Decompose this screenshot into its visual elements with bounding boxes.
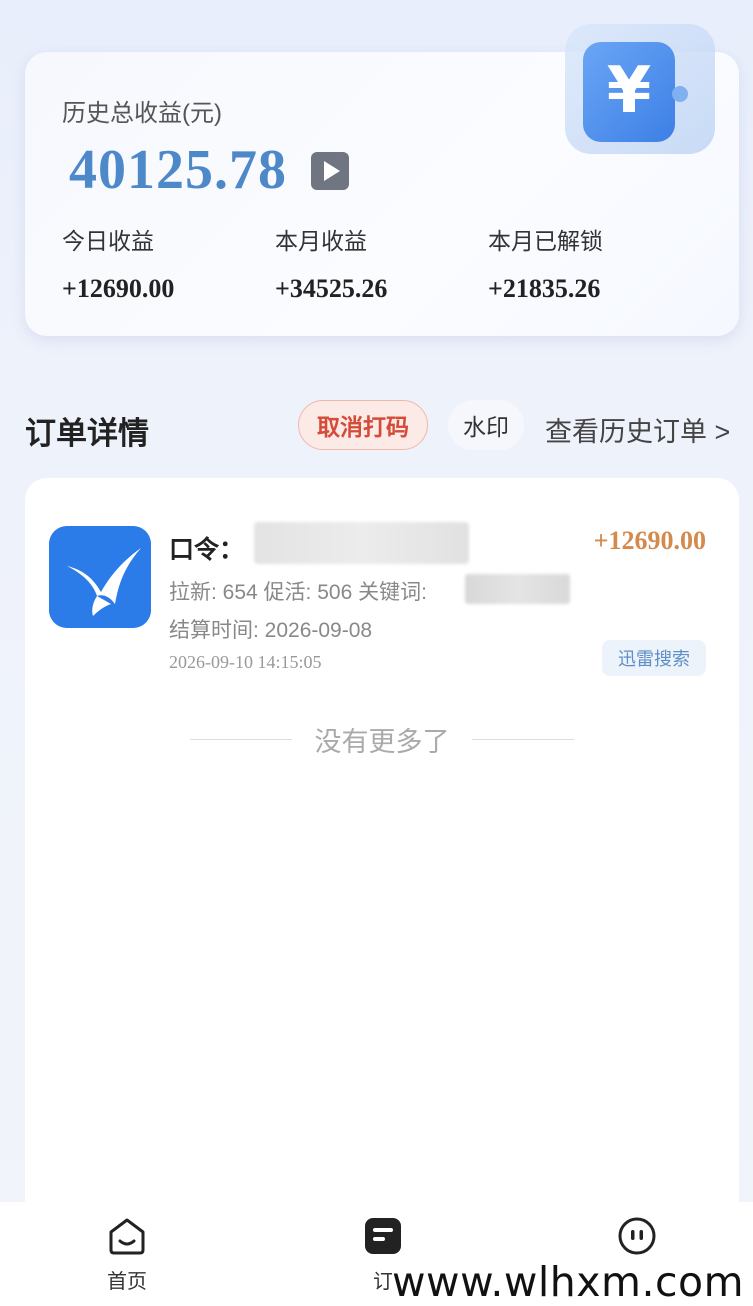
orders-title: 订单详情 [25, 416, 149, 451]
order-datetime: 2026-09-10 14:15:05 [169, 652, 322, 672]
stat-today-value: +12690.00 [62, 274, 175, 303]
stat-month-label: 本月收益 [275, 228, 367, 254]
site-watermark: www.wlhxm.com [392, 1258, 745, 1306]
order-source-tag: 迅雷搜索 [602, 640, 706, 676]
stat-month-value: +34525.26 [275, 274, 388, 303]
orders-section-header: 订单详情 取消打码 水印 查看历史订单 > [0, 396, 753, 456]
stat-unlocked-label: 本月已解锁 [488, 228, 603, 254]
home-icon [109, 1218, 145, 1255]
order-settle-time: 结算时间: 2026-09-08 [169, 619, 373, 642]
stat-month: 本月收益 +34525.26 [275, 222, 387, 304]
watermark-button[interactable]: 水印 [448, 400, 524, 450]
stat-today-label: 今日收益 [62, 228, 154, 254]
earnings-summary-card: 历史总收益(元) 40125.78 ¥ 今日收益 +12690.00 本月收益 … [25, 24, 739, 336]
order-list-card: 口令： +12690.00 拉新: 654 促活: 506 关键词: 结算时间:… [25, 478, 739, 1238]
thunder-bird-app-icon [49, 526, 151, 628]
list-end-text: 没有更多了 [314, 727, 450, 757]
order-code-label: 口令： [169, 536, 245, 564]
view-history-orders-link[interactable]: 查看历史订单 > [545, 410, 730, 449]
list-end-indicator: 没有更多了 [25, 720, 739, 759]
tab-profile[interactable] [597, 1216, 677, 1261]
tab-home-label: 首页 [107, 1271, 147, 1293]
tab-home[interactable]: 首页 [87, 1216, 167, 1294]
stat-unlocked-value: +21835.26 [488, 274, 601, 303]
order-icon [365, 1218, 401, 1254]
order-amount: +12690.00 [593, 526, 706, 555]
cancel-mask-button[interactable]: 取消打码 [298, 400, 428, 450]
play-icon[interactable] [311, 152, 349, 190]
stat-unlocked: 本月已解锁 +21835.26 [488, 222, 603, 304]
chat-face-icon [618, 1217, 656, 1255]
total-earnings-value: 40125.78 [69, 139, 287, 201]
total-earnings-label: 历史总收益(元) [62, 100, 222, 127]
order-code-blurred [254, 522, 469, 564]
stat-today: 今日收益 +12690.00 [62, 222, 174, 304]
divider-right [471, 739, 574, 740]
wallet-yuan-icon: ¥ [565, 24, 715, 154]
order-keyword-blurred [465, 574, 570, 604]
svg-text:¥: ¥ [607, 54, 652, 128]
divider-left [190, 739, 293, 740]
order-stats: 拉新: 654 促活: 506 关键词: [169, 581, 427, 604]
